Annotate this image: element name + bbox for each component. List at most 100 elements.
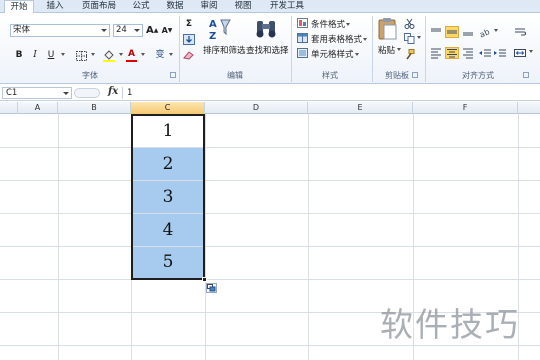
paste-dropdown[interactable]	[394, 44, 402, 57]
align-center-icon[interactable]	[445, 47, 459, 59]
column-header-a[interactable]: A	[18, 102, 58, 114]
align-right-icon[interactable]	[461, 47, 475, 59]
chevron-down-icon[interactable]	[101, 29, 107, 32]
font-size-select[interactable]: 24	[113, 24, 143, 37]
fill-icon[interactable]	[183, 34, 195, 45]
increase-indent-icon[interactable]	[493, 47, 507, 59]
find-select-label[interactable]: 查找和选择	[246, 44, 289, 56]
borders-icon[interactable]	[76, 51, 87, 61]
sort-filter-icon[interactable]: A Z	[208, 17, 232, 42]
chevron-down-icon[interactable]	[134, 29, 140, 32]
group-divider	[179, 16, 180, 82]
column-header-f[interactable]: F	[413, 102, 518, 114]
tab-page-layout[interactable]: 页面布局	[78, 0, 120, 13]
ribbon: 宋体 24 A▲ A▼ B I U A 变 字体 Σ A Z 排序和筛选 查找和…	[0, 13, 540, 84]
column-header-e[interactable]: E	[308, 102, 413, 114]
underline-button[interactable]: U	[45, 49, 57, 62]
group-label-styles: 样式	[322, 71, 338, 80]
font-name-select[interactable]: 宋体	[10, 24, 110, 37]
align-top-icon[interactable]	[429, 26, 443, 38]
tab-data[interactable]: 数据	[162, 0, 188, 13]
formula-input[interactable]: 1	[127, 87, 132, 99]
column-header-b[interactable]: B	[58, 102, 131, 114]
copy-dropdown[interactable]	[415, 32, 421, 45]
clipboard-dialog-launcher-icon[interactable]	[412, 72, 418, 78]
merge-center-icon[interactable]	[513, 47, 527, 59]
group-divider	[425, 16, 426, 82]
shrink-font-button[interactable]: A▼	[161, 24, 173, 37]
column-header-overflow[interactable]	[518, 102, 540, 114]
fill-color-dropdown[interactable]	[116, 49, 124, 62]
bold-button[interactable]: B	[13, 49, 25, 62]
phonetic-dropdown[interactable]	[166, 49, 174, 62]
font-dialog-launcher-icon[interactable]	[170, 72, 176, 78]
binoculars-icon[interactable]	[254, 17, 278, 41]
grid-line	[0, 180, 540, 181]
cell-styles-label[interactable]: 单元格样式	[311, 48, 359, 60]
format-painter-icon[interactable]	[404, 49, 415, 60]
conditional-format-label[interactable]: 条件格式	[311, 18, 351, 30]
wrap-text-icon[interactable]	[513, 26, 527, 38]
phonetic-button[interactable]: 变	[154, 49, 166, 62]
decrease-indent-icon[interactable]	[478, 47, 492, 59]
copy-icon[interactable]	[404, 33, 415, 44]
column-header-c[interactable]: C	[131, 102, 205, 114]
align-bottom-icon[interactable]	[461, 26, 475, 38]
watermark-text: 软件技巧	[380, 305, 520, 344]
grid-line	[205, 114, 206, 360]
underline-dropdown[interactable]	[58, 49, 66, 62]
conditional-format-icon[interactable]	[297, 18, 308, 28]
selection-border	[131, 114, 205, 280]
italic-button[interactable]: I	[29, 49, 41, 62]
format-table-icon[interactable]	[297, 33, 308, 43]
chevron-down-icon[interactable]	[63, 92, 69, 95]
svg-text:Z: Z	[209, 31, 216, 41]
divider	[122, 87, 123, 99]
paste-clipboard-icon[interactable]	[378, 17, 398, 41]
grid-line	[0, 246, 540, 247]
autosum-button[interactable]: Σ	[184, 18, 194, 31]
fill-color-icon[interactable]	[103, 49, 115, 62]
orientation-icon[interactable]: ab	[478, 26, 492, 39]
tab-review[interactable]: 审阅	[196, 0, 222, 13]
clear-icon[interactable]	[183, 50, 195, 60]
formula-bar: C1 fx 1	[0, 85, 540, 101]
tab-insert[interactable]: 插入	[40, 0, 70, 13]
alignment-dialog-launcher-icon[interactable]	[523, 72, 529, 78]
ribbon-tab-bar: 开始 插入 页面布局 公式 数据 审阅 视图 开发工具	[0, 0, 540, 14]
select-all-corner[interactable]	[0, 102, 18, 114]
borders-dropdown[interactable]	[88, 49, 96, 62]
cell-styles-icon[interactable]	[297, 48, 308, 58]
grid-line	[0, 147, 540, 148]
tab-view[interactable]: 视图	[230, 0, 256, 13]
formula-bar-splitter[interactable]	[74, 88, 100, 98]
grow-font-button[interactable]: A▲	[146, 24, 158, 37]
cut-scissors-icon[interactable]	[404, 18, 415, 29]
align-middle-icon[interactable]	[445, 26, 459, 38]
name-box-value: C1	[6, 88, 18, 98]
auto-fill-options-icon[interactable]	[206, 283, 217, 293]
column-header-d[interactable]: D	[205, 102, 308, 114]
merge-dropdown[interactable]	[527, 46, 533, 59]
align-left-icon[interactable]	[429, 47, 443, 59]
group-divider	[291, 16, 292, 82]
insert-function-button[interactable]: fx	[108, 86, 118, 97]
font-name-value: 宋体	[13, 25, 31, 35]
name-box[interactable]: C1	[2, 87, 72, 99]
orientation-dropdown[interactable]	[492, 25, 498, 38]
grid-line	[308, 114, 309, 360]
tab-home[interactable]: 开始	[4, 0, 34, 14]
font-color-dropdown[interactable]	[138, 49, 146, 62]
svg-text:A: A	[209, 19, 217, 30]
tab-developer[interactable]: 开发工具	[266, 0, 308, 13]
paste-label[interactable]: 粘贴	[378, 44, 395, 56]
format-table-label[interactable]: 套用表格格式	[311, 33, 368, 45]
grid-line	[0, 279, 540, 280]
sort-filter-label[interactable]: 排序和筛选	[203, 44, 246, 56]
grid-line	[0, 213, 540, 214]
tab-formulas[interactable]: 公式	[128, 0, 154, 13]
fill-handle[interactable]	[202, 277, 207, 282]
font-color-swatch	[126, 60, 137, 62]
font-size-value: 24	[116, 25, 127, 35]
group-label-font: 字体	[82, 71, 98, 80]
